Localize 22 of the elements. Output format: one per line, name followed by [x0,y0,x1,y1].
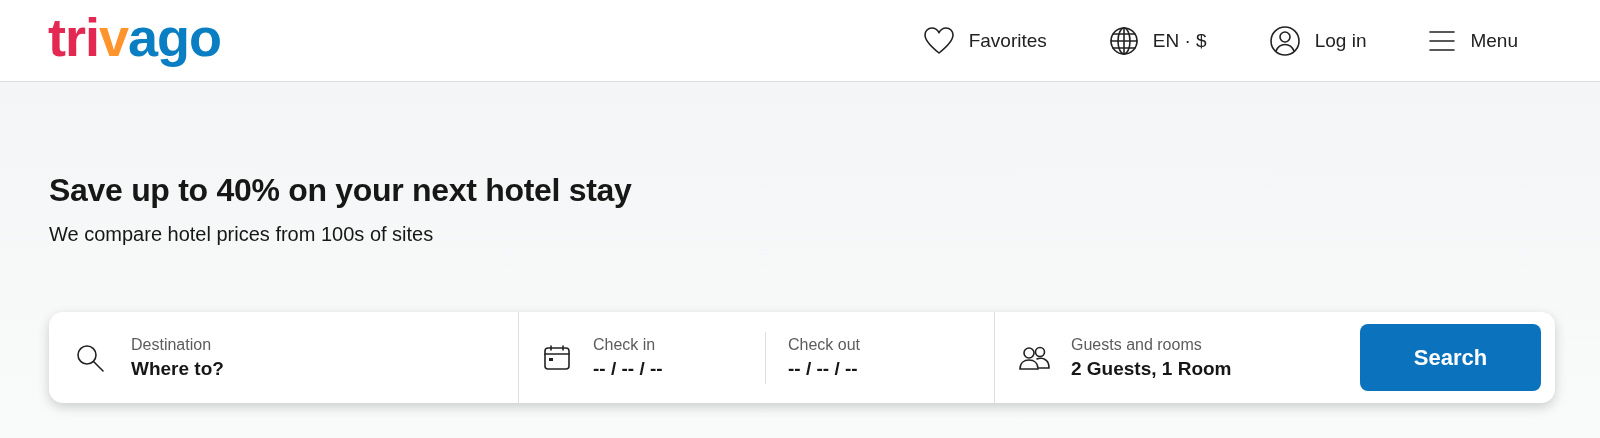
menu-button[interactable]: Menu [1428,29,1518,52]
hero-heading: Save up to 40% on your next hotel stay [49,172,633,209]
field-label: Check out [788,335,862,354]
search-icon [75,342,105,373]
guests-field[interactable]: 2 Guests, 1 Room [1071,357,1285,380]
globe-icon [1108,25,1139,56]
language-link[interactable]: EN · $ [1108,25,1207,56]
calendar-icon [543,343,571,372]
menu-icon [1428,29,1457,52]
favorites-link[interactable]: Favorites [922,25,1047,56]
check-in-field[interactable]: -- / -- / -- [593,357,743,380]
field-label: Guests and rooms [1071,335,1203,354]
user-icon [1268,24,1301,57]
check-out-field[interactable]: -- / -- / -- [788,357,938,380]
hero-subheading: We compare hotel prices from 100s of sites [49,223,435,246]
login-link[interactable]: Log in [1268,24,1367,57]
destination-field[interactable]: Where to? [131,357,261,380]
field-label: Destination [131,335,213,354]
heart-icon [922,25,955,56]
trivago-logo[interactable]: trivago [48,9,222,72]
field-label: Check in [593,335,657,354]
search-button[interactable]: Search [1360,324,1541,391]
